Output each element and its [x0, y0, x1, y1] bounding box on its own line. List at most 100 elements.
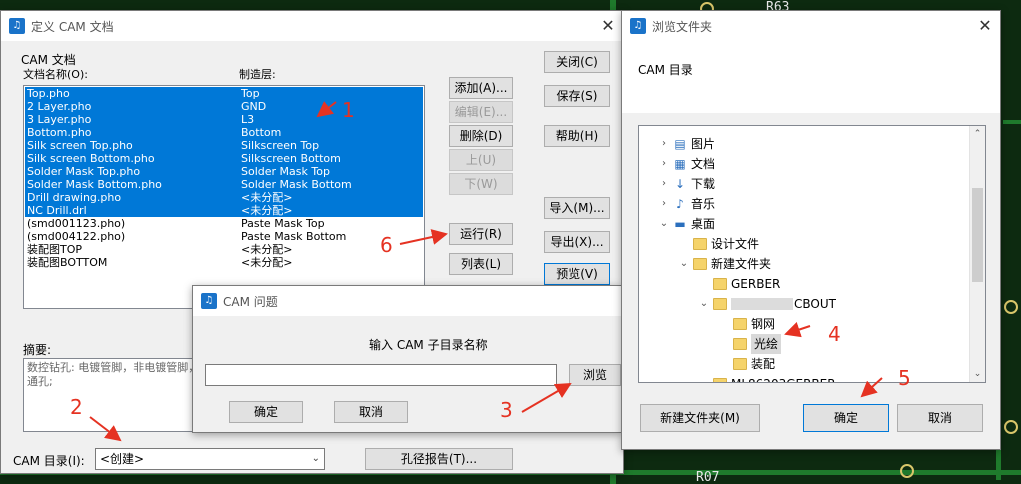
document-layer: Silkscreen Bottom	[241, 152, 341, 165]
save-button[interactable]: 保存(S)	[544, 85, 610, 107]
document-name: Drill drawing.pho	[27, 191, 122, 204]
subdirectory-prompt: 输入 CAM 子目录名称	[369, 338, 488, 352]
folder-tree-item[interactable]: 装配	[717, 354, 775, 374]
document-name: (smd001123.pho)	[27, 217, 126, 230]
chevron-right-icon[interactable]: ›	[657, 154, 671, 174]
scroll-down-icon[interactable]: ⌄	[970, 366, 985, 382]
cam-document-row[interactable]: Silk screen Bottom.pho Silkscreen Bottom	[25, 152, 423, 165]
cam-document-row[interactable]: Bottom.pho Bottom	[25, 126, 423, 139]
browse-dialog-titlebar[interactable]: ♫ 浏览文件夹 ✕	[622, 11, 1000, 41]
cam-document-row[interactable]: 3 Layer.pho L3	[25, 113, 423, 126]
move-down-button[interactable]: 下(W)	[449, 173, 513, 195]
question-dialog-titlebar[interactable]: ♫ CAM 问题	[193, 286, 621, 316]
annotation-4: 4	[828, 322, 841, 346]
folder-tree[interactable]: ⌃ ⌄ › ▤ 图片 › ▦ 文档 › ↓ 下载 › ♪ 音乐 ⌄ ▬ 桌面 设计文件 ⌄ 新建文件夹 GERBER…	[638, 125, 986, 383]
preview-button[interactable]: 预览(V)	[544, 263, 610, 285]
folder-label: 音乐	[691, 197, 716, 211]
cam-document-row[interactable]: Top.pho Top	[25, 87, 423, 100]
browse-cancel-button[interactable]: 取消	[897, 404, 983, 432]
cam-dialog-titlebar[interactable]: ♫ 定义 CAM 文档 ✕	[1, 11, 623, 41]
folder-tree-item[interactable]: ML86203GERBER	[697, 374, 836, 382]
folder-label: 装配	[751, 357, 776, 371]
folder-tree-item[interactable]: 光绘	[717, 334, 782, 354]
folder-tree-item[interactable]: › ↓ 下载	[657, 174, 715, 194]
tree-scrollbar[interactable]: ⌃ ⌄	[969, 126, 985, 382]
cam-directory-label: CAM 目录(I):	[13, 454, 85, 468]
folder-label: 图片	[691, 137, 716, 151]
chevron-right-icon[interactable]: ›	[657, 134, 671, 154]
folder-tree-item[interactable]: › ▦ 文档	[657, 154, 715, 174]
chevron-down-icon[interactable]: ⌄	[677, 254, 691, 274]
document-name: Solder Mask Top.pho	[27, 165, 141, 178]
document-layer: Bottom	[241, 126, 282, 139]
pictures-icon: ▤	[674, 136, 686, 151]
folder-tree-item[interactable]: 设计文件	[677, 234, 759, 254]
annotation-1: 1	[342, 98, 355, 122]
cam-document-row[interactable]: Solder Mask Top.pho Solder Mask Top	[25, 165, 423, 178]
folder-label: 新建文件夹	[711, 257, 772, 271]
cam-document-list[interactable]: Top.pho Top 2 Layer.pho GND 3 Layer.pho L3 Bot…	[23, 85, 425, 309]
scroll-up-icon[interactable]: ⌃	[970, 126, 985, 142]
close-icon[interactable]: ✕	[976, 17, 994, 35]
music-icon: ♪	[676, 196, 684, 211]
cam-document-row[interactable]: 2 Layer.pho GND	[25, 100, 423, 113]
close-button[interactable]: 关闭(C)	[544, 51, 610, 73]
summary-box: 数控钻孔: 电镀管脚，非电镀管脚，电镀通孔， 通孔;	[23, 358, 203, 432]
cam-document-row[interactable]: Solder Mask Bottom.pho Solder Mask Bottom	[25, 178, 423, 191]
folder-tree-item[interactable]: › ▤ 图片	[657, 134, 715, 154]
app-icon: ♫	[201, 293, 217, 309]
folder-tree-item[interactable]: 钢网	[717, 314, 775, 334]
cam-question-dialog: ♫ CAM 问题 输入 CAM 子目录名称 浏览 确定 取消	[192, 285, 622, 433]
export-button[interactable]: 导出(X)...	[544, 231, 610, 253]
cam-directory-value: <创建>	[100, 452, 145, 466]
question-ok-button[interactable]: 确定	[229, 401, 303, 423]
chevron-down-icon: ⌄	[311, 453, 320, 464]
document-name: 2 Layer.pho	[27, 100, 92, 113]
folder-tree-item[interactable]: GERBER	[697, 274, 780, 294]
browse-button[interactable]: 浏览	[569, 364, 621, 386]
cam-document-row[interactable]: (smd001123.pho) Paste Mask Top	[25, 217, 423, 230]
edit-button[interactable]: 编辑(E)...	[449, 101, 513, 123]
browse-dialog-title: 浏览文件夹	[652, 19, 713, 34]
subdirectory-input[interactable]	[205, 364, 557, 386]
app-icon: ♫	[9, 18, 25, 34]
cam-document-row[interactable]: 装配图BOTTOM <未分配>	[25, 256, 423, 269]
help-button[interactable]: 帮助(H)	[544, 125, 610, 147]
run-button[interactable]: 运行(R)	[449, 223, 513, 245]
folder-tree-item[interactable]: ⌄ ▬ 桌面	[657, 214, 715, 234]
move-up-button[interactable]: 上(U)	[449, 149, 513, 171]
document-name: 3 Layer.pho	[27, 113, 92, 126]
chevron-down-icon[interactable]: ⌄	[697, 294, 711, 314]
cam-document-row[interactable]: Drill drawing.pho <未分配>	[25, 191, 423, 204]
chevron-down-icon[interactable]: ⌄	[657, 214, 671, 234]
document-name: NC Drill.drl	[27, 204, 87, 217]
document-layer: <未分配>	[241, 191, 293, 204]
folder-tree-item[interactable]: ⌄ CBOUT	[697, 294, 836, 314]
folder-tree-item[interactable]: › ♪ 音乐	[657, 194, 715, 214]
cam-directory-select[interactable]: <创建> ⌄	[95, 448, 325, 470]
chevron-right-icon[interactable]: ›	[657, 194, 671, 214]
cam-document-row[interactable]: (smd004122.pho) Paste Mask Bottom	[25, 230, 423, 243]
drill-report-button[interactable]: 孔径报告(T)...	[365, 448, 513, 470]
question-cancel-button[interactable]: 取消	[334, 401, 408, 423]
delete-button[interactable]: 删除(D)	[449, 125, 513, 147]
document-name: (smd004122.pho)	[27, 230, 126, 243]
close-icon[interactable]: ✕	[599, 17, 617, 35]
import-button[interactable]: 导入(M)...	[544, 197, 610, 219]
list-button[interactable]: 列表(L)	[449, 253, 513, 275]
document-layer: <未分配>	[241, 243, 293, 256]
new-folder-button[interactable]: 新建文件夹(M)	[640, 404, 760, 432]
folder-label: 光绘	[751, 334, 782, 354]
cam-document-row[interactable]: 装配图TOP <未分配>	[25, 243, 423, 256]
document-layer: <未分配>	[241, 256, 293, 269]
annotation-6: 6	[380, 233, 393, 257]
chevron-right-icon[interactable]: ›	[657, 174, 671, 194]
folder-tree-item[interactable]: ⌄ 新建文件夹	[677, 254, 771, 274]
app-icon: ♫	[630, 18, 646, 34]
cam-document-row[interactable]: Silk screen Top.pho Silkscreen Top	[25, 139, 423, 152]
cam-document-row[interactable]: NC Drill.drl <未分配>	[25, 204, 423, 217]
folder-label: 桌面	[691, 217, 716, 231]
add-button[interactable]: 添加(A)...	[449, 77, 513, 99]
browse-ok-button[interactable]: 确定	[803, 404, 889, 432]
scroll-thumb[interactable]	[972, 188, 983, 282]
